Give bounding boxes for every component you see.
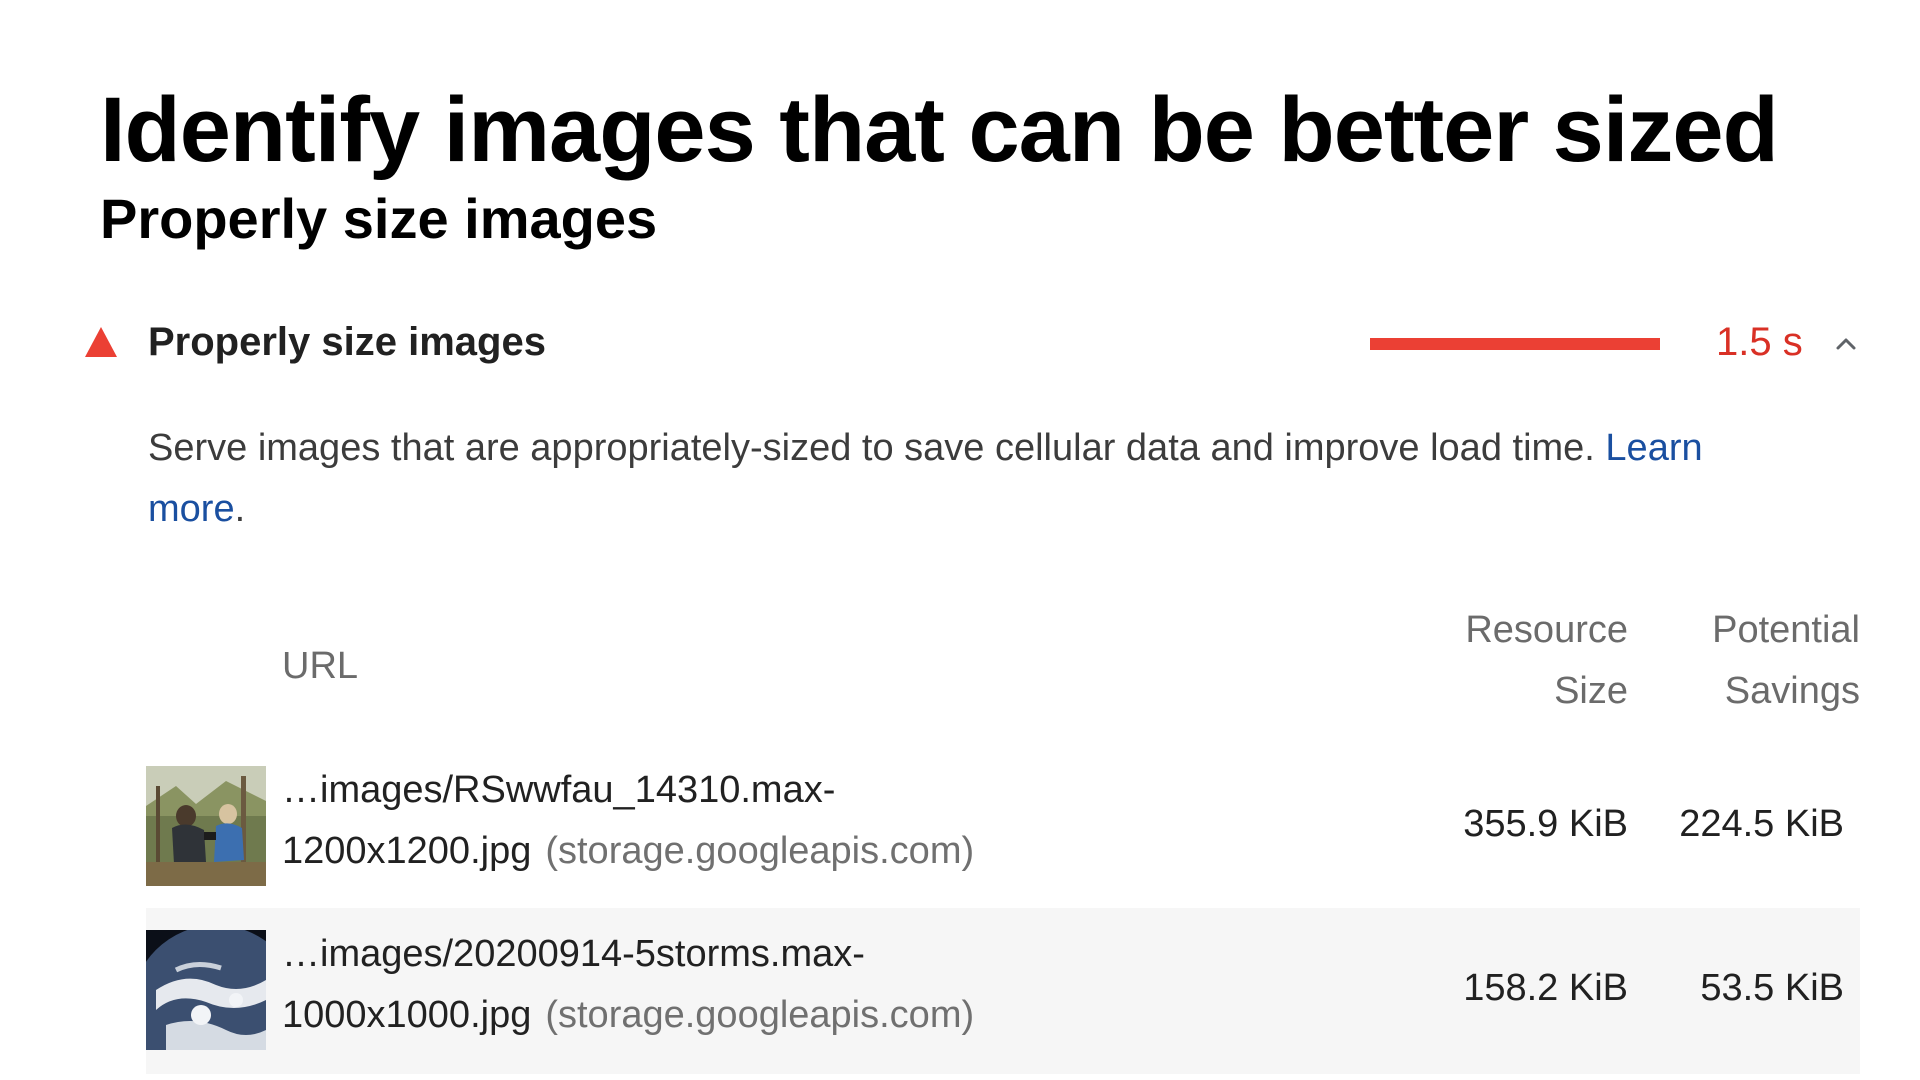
description-end: . (234, 488, 246, 530)
potential-savings-cell: 53.5 KiB (1700, 967, 1844, 1009)
photo-people-outdoors-thumbnail (146, 766, 266, 886)
column-header-potential-savings: Potential Savings (1712, 609, 1860, 712)
audit-description: Serve images that are appropriately-size… (148, 418, 1788, 540)
url-host: (storage.googleapis.com) (545, 830, 975, 872)
description-text: Serve images that are appropriately-size… (148, 427, 1595, 469)
slide-subtitle: Properly size images (100, 187, 658, 250)
column-header-resource-size: Resource Size (1465, 609, 1628, 712)
url-cell[interactable]: …images/RSwwfau_14310.max-1200x1200.jpg(… (282, 760, 1182, 882)
url-host: (storage.googleapis.com) (545, 994, 975, 1036)
audit-title: Properly size images (148, 320, 546, 364)
column-header-url: URL (282, 645, 359, 687)
warning-triangle-icon (85, 327, 117, 357)
chevron-up-icon[interactable] (1832, 330, 1860, 358)
table-row: …images/20200914-5storms.max-1000x1000.j… (146, 908, 1860, 1074)
resource-size-cell: 355.9 KiB (1463, 803, 1628, 845)
table-row: …images/RSwwfau_14310.max-1200x1200.jpg(… (146, 760, 1860, 920)
savings-bar-fill (1370, 338, 1660, 350)
slide-title: Identify images that can be better sized (100, 79, 1779, 181)
savings-bar (1370, 338, 1660, 350)
satellite-earth-thumbnail (146, 930, 266, 1050)
url-cell[interactable]: …images/20200914-5storms.max-1000x1000.j… (282, 924, 1182, 1046)
potential-savings-cell: 224.5 KiB (1679, 803, 1844, 845)
resource-size-cell: 158.2 KiB (1463, 967, 1628, 1009)
audit-header[interactable]: Properly size images 1.5 s (84, 316, 1860, 376)
savings-value: 1.5 s (1716, 320, 1803, 364)
